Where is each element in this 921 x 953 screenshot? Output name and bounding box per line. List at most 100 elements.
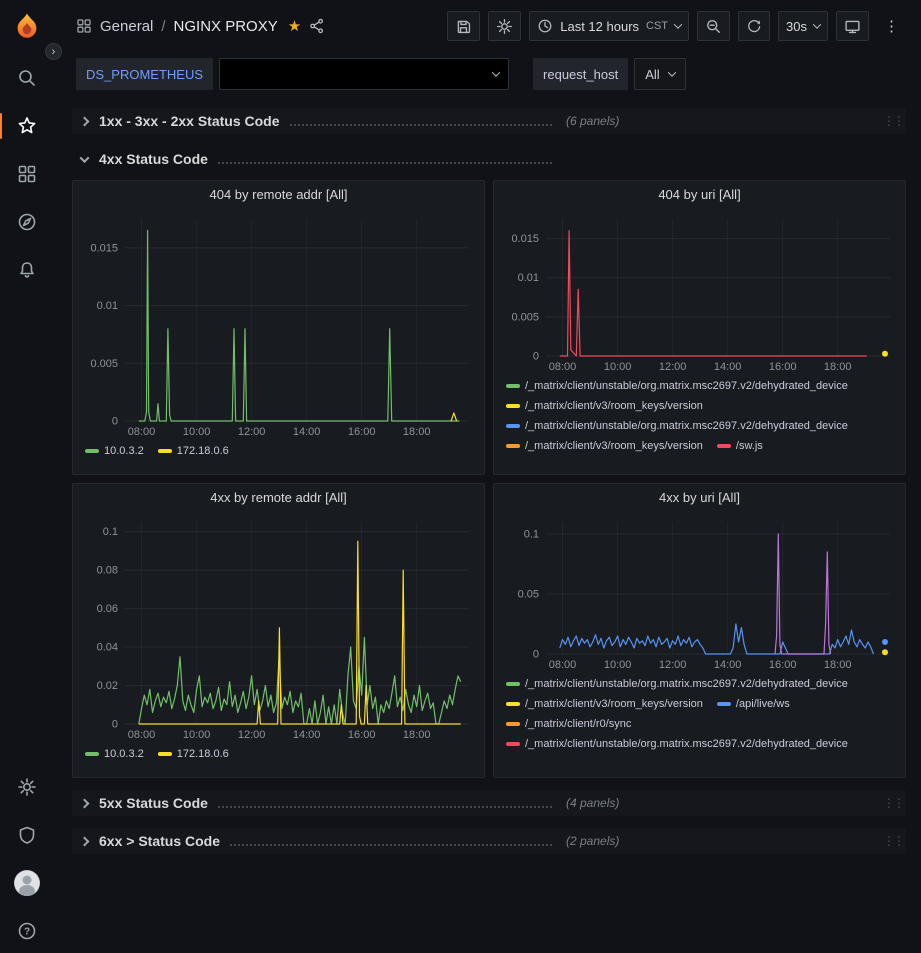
legend-series-label: /_matrix/client/unstable/org.matrix.msc2… <box>525 420 848 432</box>
legend-series-label: 172.18.0.6 <box>177 445 229 457</box>
chevron-down-icon <box>80 153 90 163</box>
row-6xx[interactable]: 6xx > Status Code (2 panels) ⋮⋮ <box>72 828 906 854</box>
star-icon <box>17 116 37 136</box>
svg-text:12:00: 12:00 <box>658 659 686 671</box>
svg-text:10:00: 10:00 <box>182 426 210 438</box>
timeseries-chart[interactable]: 08:0010:0012:0014:0016:0018:0000.050.1 <box>500 512 900 672</box>
svg-text:18:00: 18:00 <box>402 729 430 741</box>
row-5xx[interactable]: 5xx Status Code (4 panels) ⋮⋮ <box>72 790 906 816</box>
time-range-picker[interactable]: Last 12 hours CST <box>529 11 689 41</box>
legend-item[interactable]: /_matrix/client/unstable/org.matrix.msc2… <box>506 674 848 694</box>
timeseries-chart[interactable]: 08:0010:0012:0014:0016:0018:0000.0050.01… <box>79 209 479 439</box>
refresh-interval-select[interactable]: 30s <box>778 11 828 41</box>
legend-series-color <box>506 682 520 686</box>
legend-item[interactable]: /_matrix/client/v3/room_keys/version <box>506 396 703 416</box>
legend-item[interactable]: /_matrix/client/v3/room_keys/version <box>506 694 703 714</box>
legend-item[interactable]: /_matrix/client/unstable/org.matrix.msc2… <box>506 376 848 396</box>
sidebar-bottom-nav: ? <box>0 771 54 953</box>
legend-item[interactable]: 10.0.3.2 <box>85 744 144 764</box>
legend-series-label: /_matrix/client/v3/room_keys/version <box>525 698 703 710</box>
row-panel-count: (2 panels) <box>566 834 619 848</box>
row-dotted-leader <box>290 124 552 126</box>
sidebar-item-help[interactable]: ? <box>0 915 54 947</box>
sidebar-item-server-admin[interactable] <box>0 819 54 851</box>
sidebar-expand-button[interactable]: › <box>45 43 62 60</box>
panel-4xx-by-uri: 4xx by uri [All] 08:0010:0012:0014:0016:… <box>493 483 906 778</box>
legend-item[interactable]: 10.0.3.2 <box>85 441 144 461</box>
panel-title[interactable]: 404 by uri [All] <box>494 181 905 209</box>
chevron-right-icon <box>80 836 90 846</box>
row-1xx-3xx-2xx[interactable]: 1xx - 3xx - 2xx Status Code (6 panels) ⋮… <box>72 108 906 134</box>
zoom-out-button[interactable] <box>697 11 730 41</box>
legend-series-color <box>717 702 731 706</box>
legend-series-color <box>158 449 172 453</box>
svg-text:0.05: 0.05 <box>517 589 538 601</box>
gear-icon <box>17 777 37 797</box>
request-host-value: All <box>645 67 659 82</box>
legend-item[interactable]: /_matrix/client/unstable/org.matrix.msc2… <box>506 734 848 754</box>
sidebar-nav <box>0 62 54 286</box>
svg-text:16:00: 16:00 <box>347 426 375 438</box>
more-options-button[interactable]: ⋮ <box>877 11 905 41</box>
panel-title[interactable]: 404 by remote addr [All] <box>73 181 484 209</box>
legend-item[interactable]: /sw.js <box>717 436 763 456</box>
request-host-select[interactable]: All <box>634 58 685 90</box>
row-title: 4xx Status Code <box>99 151 208 167</box>
chart-legend: 10.0.3.2 172.18.0.6 <box>73 742 484 777</box>
share-icon[interactable] <box>309 18 325 34</box>
svg-text:?: ? <box>24 927 30 938</box>
sidebar-item-configuration[interactable] <box>0 771 54 803</box>
legend-item[interactable]: 172.18.0.6 <box>158 744 229 764</box>
legend-series-color <box>506 424 520 428</box>
timeseries-chart[interactable]: 08:0010:0012:0014:0016:0018:0000.0050.01… <box>500 209 900 374</box>
top-nav: General / NGINX PROXY ★ <box>54 0 921 52</box>
sidebar-item-dashboards[interactable] <box>0 158 54 190</box>
svg-text:0.1: 0.1 <box>523 529 538 541</box>
svg-text:0.04: 0.04 <box>96 642 117 654</box>
row-drag-handle[interactable]: ⋮⋮ <box>883 834 903 848</box>
sidebar-item-search[interactable] <box>0 62 54 94</box>
sidebar-item-profile[interactable] <box>0 867 54 899</box>
save-dashboard-button[interactable] <box>447 11 480 41</box>
legend-item[interactable]: /_matrix/client/unstable/org.matrix.msc2… <box>506 416 848 436</box>
row-drag-handle[interactable]: ⋮⋮ <box>883 114 903 128</box>
row-dotted-leader <box>218 806 552 808</box>
save-icon <box>455 18 472 35</box>
main-area: General / NGINX PROXY ★ <box>54 0 921 953</box>
svg-text:10:00: 10:00 <box>603 659 631 671</box>
chart-legend: /_matrix/client/unstable/org.matrix.msc2… <box>494 374 905 474</box>
legend-item[interactable]: 172.18.0.6 <box>158 441 229 461</box>
chevron-down-icon <box>492 68 500 76</box>
variable-label-datasource: DS_PROMETHEUS <box>76 58 213 90</box>
breadcrumb-section[interactable]: General <box>100 18 153 35</box>
row-drag-handle[interactable]: ⋮⋮ <box>883 796 903 810</box>
legend-item[interactable]: /_matrix/client/v3/room_keys/version <box>506 436 703 456</box>
refresh-icon <box>746 18 762 34</box>
datasource-select[interactable] <box>219 58 509 90</box>
legend-item[interactable]: /api/live/ws <box>717 694 790 714</box>
panel-404-by-uri: 404 by uri [All] 08:0010:0012:0014:0016:… <box>493 180 906 475</box>
sidebar-item-alerting[interactable] <box>0 254 54 286</box>
dashboard-content: 1xx - 3xx - 2xx Status Code (6 panels) ⋮… <box>54 98 921 953</box>
legend-series-label: /_matrix/client/unstable/org.matrix.msc2… <box>525 738 848 750</box>
svg-text:0: 0 <box>532 351 538 363</box>
svg-text:0.06: 0.06 <box>96 603 117 615</box>
chevron-down-icon <box>813 20 821 28</box>
sidebar-item-explore[interactable] <box>0 206 54 238</box>
grafana-logo-icon[interactable] <box>12 8 42 46</box>
cycle-view-mode-button[interactable] <box>836 11 869 41</box>
svg-text:0.08: 0.08 <box>96 565 117 577</box>
dashboard-title[interactable]: NGINX PROXY <box>174 18 278 35</box>
legend-series-color <box>506 444 520 448</box>
favorite-star-icon[interactable]: ★ <box>288 17 301 35</box>
refresh-button[interactable] <box>738 11 770 41</box>
dashboard-settings-button[interactable] <box>488 11 521 41</box>
row-4xx[interactable]: 4xx Status Code <box>72 146 906 172</box>
monitor-icon <box>844 18 861 35</box>
panel-title[interactable]: 4xx by remote addr [All] <box>73 484 484 512</box>
legend-series-label: /api/live/ws <box>736 698 790 710</box>
legend-item[interactable]: /_matrix/client/r0/sync <box>506 714 631 734</box>
sidebar-item-starred[interactable] <box>0 110 54 142</box>
timeseries-chart[interactable]: 08:0010:0012:0014:0016:0018:0000.020.040… <box>79 512 479 742</box>
panel-title[interactable]: 4xx by uri [All] <box>494 484 905 512</box>
